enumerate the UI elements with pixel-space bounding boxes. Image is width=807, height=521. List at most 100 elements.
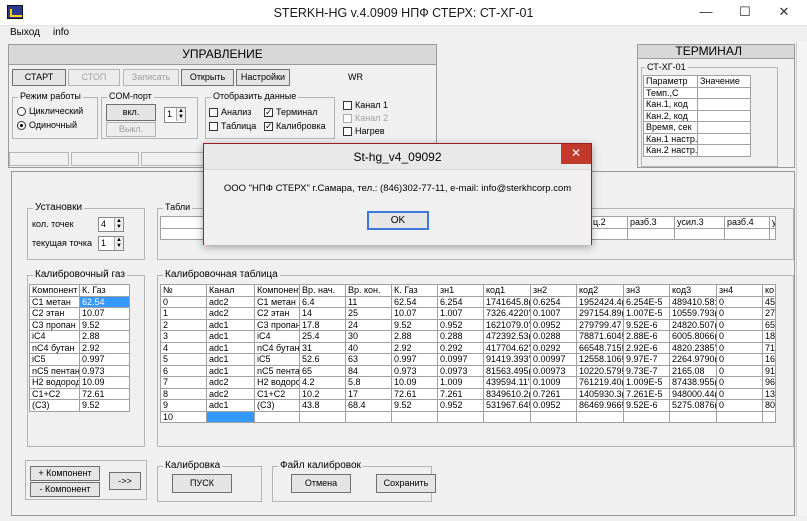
gas-value-cell[interactable]: 10.09 <box>79 376 130 389</box>
table-cell[interactable]: 0.0292 <box>530 341 577 354</box>
table-cell[interactable]: 6.254E-5 <box>623 295 670 308</box>
table-cell[interactable]: 0.0952 <box>530 318 577 331</box>
table-cell[interactable]: 18 <box>762 330 776 343</box>
table-cell[interactable]: 4820.2385' <box>669 341 717 354</box>
table-cell[interactable]: 17.8 <box>299 318 346 331</box>
current-point-spinner[interactable]: 1 ▲ ▼ <box>98 236 124 251</box>
table-cell[interactable]: 948000.44( <box>669 387 717 400</box>
table-cell[interactable]: adc1 <box>206 341 255 354</box>
table-cell[interactable]: 9 <box>160 399 207 412</box>
gas-component-cell[interactable]: H2 водород <box>29 376 80 389</box>
table-cell[interactable] <box>724 227 770 240</box>
start-button[interactable]: СТАРТ <box>12 69 66 86</box>
channel1-checkbox[interactable]: Канал 1 <box>343 100 388 111</box>
spin-arrows-icon[interactable]: ▲ ▼ <box>176 108 185 121</box>
table-cell[interactable]: 0.973 <box>391 364 438 377</box>
table-cell[interactable] <box>674 227 725 240</box>
table-cell[interactable]: 9.52E-6 <box>623 318 670 331</box>
table-cell[interactable]: 0.292 <box>437 341 484 354</box>
table-cell[interactable] <box>483 410 531 423</box>
table-cell[interactable]: 1.009 <box>437 376 484 389</box>
window-scrollbar[interactable] <box>796 42 807 516</box>
table-cell[interactable]: 1741645.8( <box>483 295 531 308</box>
com-off-button[interactable]: Выкл. <box>106 122 156 137</box>
points-count-spinner[interactable]: 4 ▲ ▼ <box>98 217 124 232</box>
table-cell[interactable]: 2 <box>160 318 207 331</box>
table-cell[interactable]: 417704.62' <box>483 341 531 354</box>
table-cell[interactable]: 5275.0876( <box>669 399 717 412</box>
table-cell[interactable]: 10220.579! <box>576 364 624 377</box>
table-cell[interactable]: 1.007E-5 <box>623 307 670 320</box>
table-cell[interactable]: 2.92 <box>391 341 438 354</box>
table-cell[interactable] <box>576 410 624 423</box>
table-cell[interactable]: 63 <box>345 353 392 366</box>
table-cell[interactable]: 2.88E-6 <box>623 330 670 343</box>
table-cell[interactable]: H2 водоро <box>254 376 300 389</box>
table-cell[interactable]: 10.2 <box>299 387 346 400</box>
table-cell[interactable]: adc1 <box>206 318 255 331</box>
mode-cyclic-radio[interactable]: Циклический <box>17 106 83 117</box>
table-cell[interactable]: 0 <box>716 399 763 412</box>
cancel-button[interactable]: Отмена <box>291 474 351 493</box>
table-cell[interactable]: 0.0973 <box>437 364 484 377</box>
table-cell[interactable]: 80 <box>762 399 776 412</box>
table-cell[interactable]: 1 <box>160 307 207 320</box>
table-cell[interactable]: 0.0288 <box>530 330 577 343</box>
gas-value-cell[interactable]: 9.52 <box>79 318 130 331</box>
gas-component-cell[interactable]: C2 этан <box>29 307 80 320</box>
table-cell[interactable]: adc2 <box>206 387 255 400</box>
table-cell[interactable]: 0 <box>716 353 763 366</box>
table-cell[interactable]: 81563.495( <box>483 364 531 377</box>
table-cell[interactable]: 6.254 <box>437 295 484 308</box>
gas-component-cell[interactable]: C3 пропан <box>29 318 80 331</box>
close-button[interactable]: ✕ <box>761 0 807 26</box>
com-port-spinner[interactable]: 1 ▲ ▼ <box>164 107 186 123</box>
table-cell[interactable]: 489410.58: <box>669 295 717 308</box>
table-cell[interactable]: 24 <box>345 318 392 331</box>
table-cell[interactable]: 71 <box>762 341 776 354</box>
table-cell[interactable]: 1.009E-5 <box>623 376 670 389</box>
table-cell[interactable] <box>627 227 675 240</box>
table-cell[interactable]: 65 <box>762 318 776 331</box>
table-cell[interactable]: 12558.106! <box>576 353 624 366</box>
table-cell[interactable] <box>590 227 628 240</box>
table-cell[interactable]: 472392.53( <box>483 330 531 343</box>
table-cell[interactable]: 2165.08 <box>669 364 717 377</box>
table-cell[interactable]: nC5 пента <box>254 364 300 377</box>
menu-info[interactable]: info <box>53 27 69 38</box>
table-cell[interactable] <box>669 410 717 423</box>
dialog-ok-button[interactable]: OK <box>367 211 429 230</box>
table-cell[interactable]: 0 <box>716 307 763 320</box>
spin-arrows-icon[interactable]: ▲ ▼ <box>114 237 123 250</box>
table-cell[interactable]: adc2 <box>206 295 255 308</box>
table-cell[interactable]: 25 <box>345 307 392 320</box>
table-cell[interactable]: C1+C2 <box>254 387 300 400</box>
gas-component-cell[interactable]: C1+C2 <box>29 387 80 400</box>
table-cell[interactable]: 7.261 <box>437 387 484 400</box>
save-button[interactable]: Сохранить <box>376 474 436 493</box>
table-cell[interactable]: 6.4 <box>299 295 346 308</box>
table-cell[interactable]: 0 <box>160 295 207 308</box>
table-cell[interactable] <box>206 410 255 423</box>
table-cell[interactable]: 0.288 <box>437 330 484 343</box>
table-cell[interactable]: 0.1007 <box>530 307 577 320</box>
table-cell[interactable]: 78871.604! <box>576 330 624 343</box>
table-cell[interactable]: C2 этан <box>254 307 300 320</box>
table-cell[interactable]: 10.09 <box>391 376 438 389</box>
table-cell[interactable]: 8 <box>160 387 207 400</box>
table-cell[interactable]: 5.8 <box>345 376 392 389</box>
table-cell[interactable]: 6005.8066( <box>669 330 717 343</box>
table-cell[interactable]: 2.88 <box>391 330 438 343</box>
table-cell[interactable]: 11 <box>345 295 392 308</box>
table-cell[interactable] <box>530 410 577 423</box>
table-cell[interactable]: 0 <box>716 330 763 343</box>
table-cell[interactable]: 0 <box>716 295 763 308</box>
table-cell[interactable]: 439594.11' <box>483 376 531 389</box>
table-cell[interactable]: adc2 <box>206 307 255 320</box>
channel2-checkbox[interactable]: Канал 2 <box>343 113 388 124</box>
table-cell[interactable]: 5 <box>160 353 207 366</box>
calibration-checkbox[interactable]: ✓ Калибровка <box>264 121 326 132</box>
table-cell[interactable]: 0 <box>716 318 763 331</box>
table-cell[interactable]: 65 <box>299 364 346 377</box>
table-cell[interactable] <box>254 410 300 423</box>
